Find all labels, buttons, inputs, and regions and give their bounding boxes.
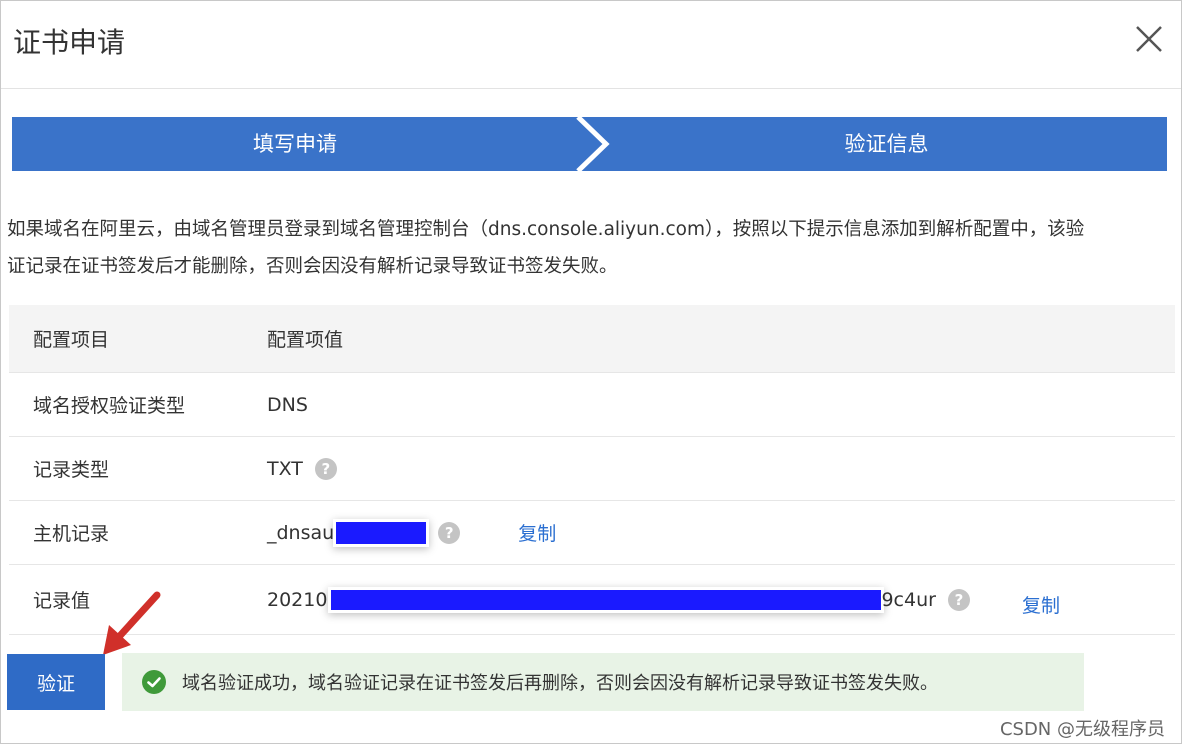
dialog-title: 证书申请 [13, 26, 126, 59]
certificate-application-dialog: 证书申请 填写申请 验证信息 如果域名在阿里云，由域名管理员登录到域名管理控制台… [0, 0, 1182, 744]
table-row: 记录值 20210 9c4ur ? 复制 [9, 565, 1175, 635]
instruction-line-1: 如果域名在阿里云，由域名管理员登录到域名管理控制台（dns.console.al… [7, 219, 1085, 240]
help-icon[interactable]: ? [947, 588, 970, 611]
help-icon[interactable]: ? [438, 521, 461, 544]
success-alert: 域名验证成功，域名验证记录在证书签发后再删除，否则会因没有解析记录导致证书签发失… [122, 653, 1084, 711]
instruction-text: 如果域名在阿里云，由域名管理员登录到域名管理控制台（dns.console.al… [7, 211, 1175, 285]
header-config-value: 配置项值 [267, 329, 344, 351]
header-config-item: 配置项目 [33, 329, 110, 351]
row-key: 域名授权验证类型 [33, 395, 186, 417]
dns-config-table: 配置项目 配置项值 域名授权验证类型 DNS 记录类型 TXT ? 主机记录 _… [9, 305, 1175, 635]
row-key: 主机记录 [33, 523, 110, 545]
record-value-suffix: 9c4ur [881, 588, 936, 611]
table-row: 域名授权验证类型 DNS [9, 373, 1175, 437]
success-message: 域名验证成功，域名验证记录在证书签发后再删除，否则会因没有解析记录导致证书签发失… [182, 673, 938, 694]
host-record-value: _dnsau [267, 521, 335, 544]
row-key: 记录类型 [33, 459, 110, 481]
record-value-prefix: 20210 [267, 588, 328, 611]
step-verify-information: 验证信息 [844, 132, 929, 156]
red-arrow-icon [103, 591, 161, 655]
copy-host-record-link[interactable]: 复制 [518, 519, 556, 546]
copy-record-value-link[interactable]: 复制 [1022, 591, 1060, 618]
help-icon[interactable]: ? [314, 457, 337, 480]
step-progress-bar: 填写申请 验证信息 [12, 117, 1167, 171]
row-value: TXT [267, 457, 303, 480]
step-fill-application: 填写申请 [253, 132, 337, 156]
row-value: DNS [267, 393, 308, 416]
dialog-header: 证书申请 [1, 1, 1181, 89]
verify-button[interactable]: 验证 [7, 654, 105, 710]
redaction-block [336, 521, 427, 544]
watermark: CSDN @无级程序员 [999, 719, 1165, 740]
success-check-icon [142, 670, 166, 694]
instruction-line-2: 证记录在证书签发后才能删除，否则会因没有解析记录导致证书签发失败。 [7, 256, 618, 277]
redaction-block [331, 589, 882, 610]
table-row: 记录类型 TXT ? [9, 437, 1175, 501]
row-key: 记录值 [33, 590, 91, 612]
close-icon[interactable] [1131, 21, 1167, 57]
table-row: 主机记录 _dnsau ? 复制 [9, 501, 1175, 565]
table-header-row: 配置项目 配置项值 [9, 305, 1175, 373]
